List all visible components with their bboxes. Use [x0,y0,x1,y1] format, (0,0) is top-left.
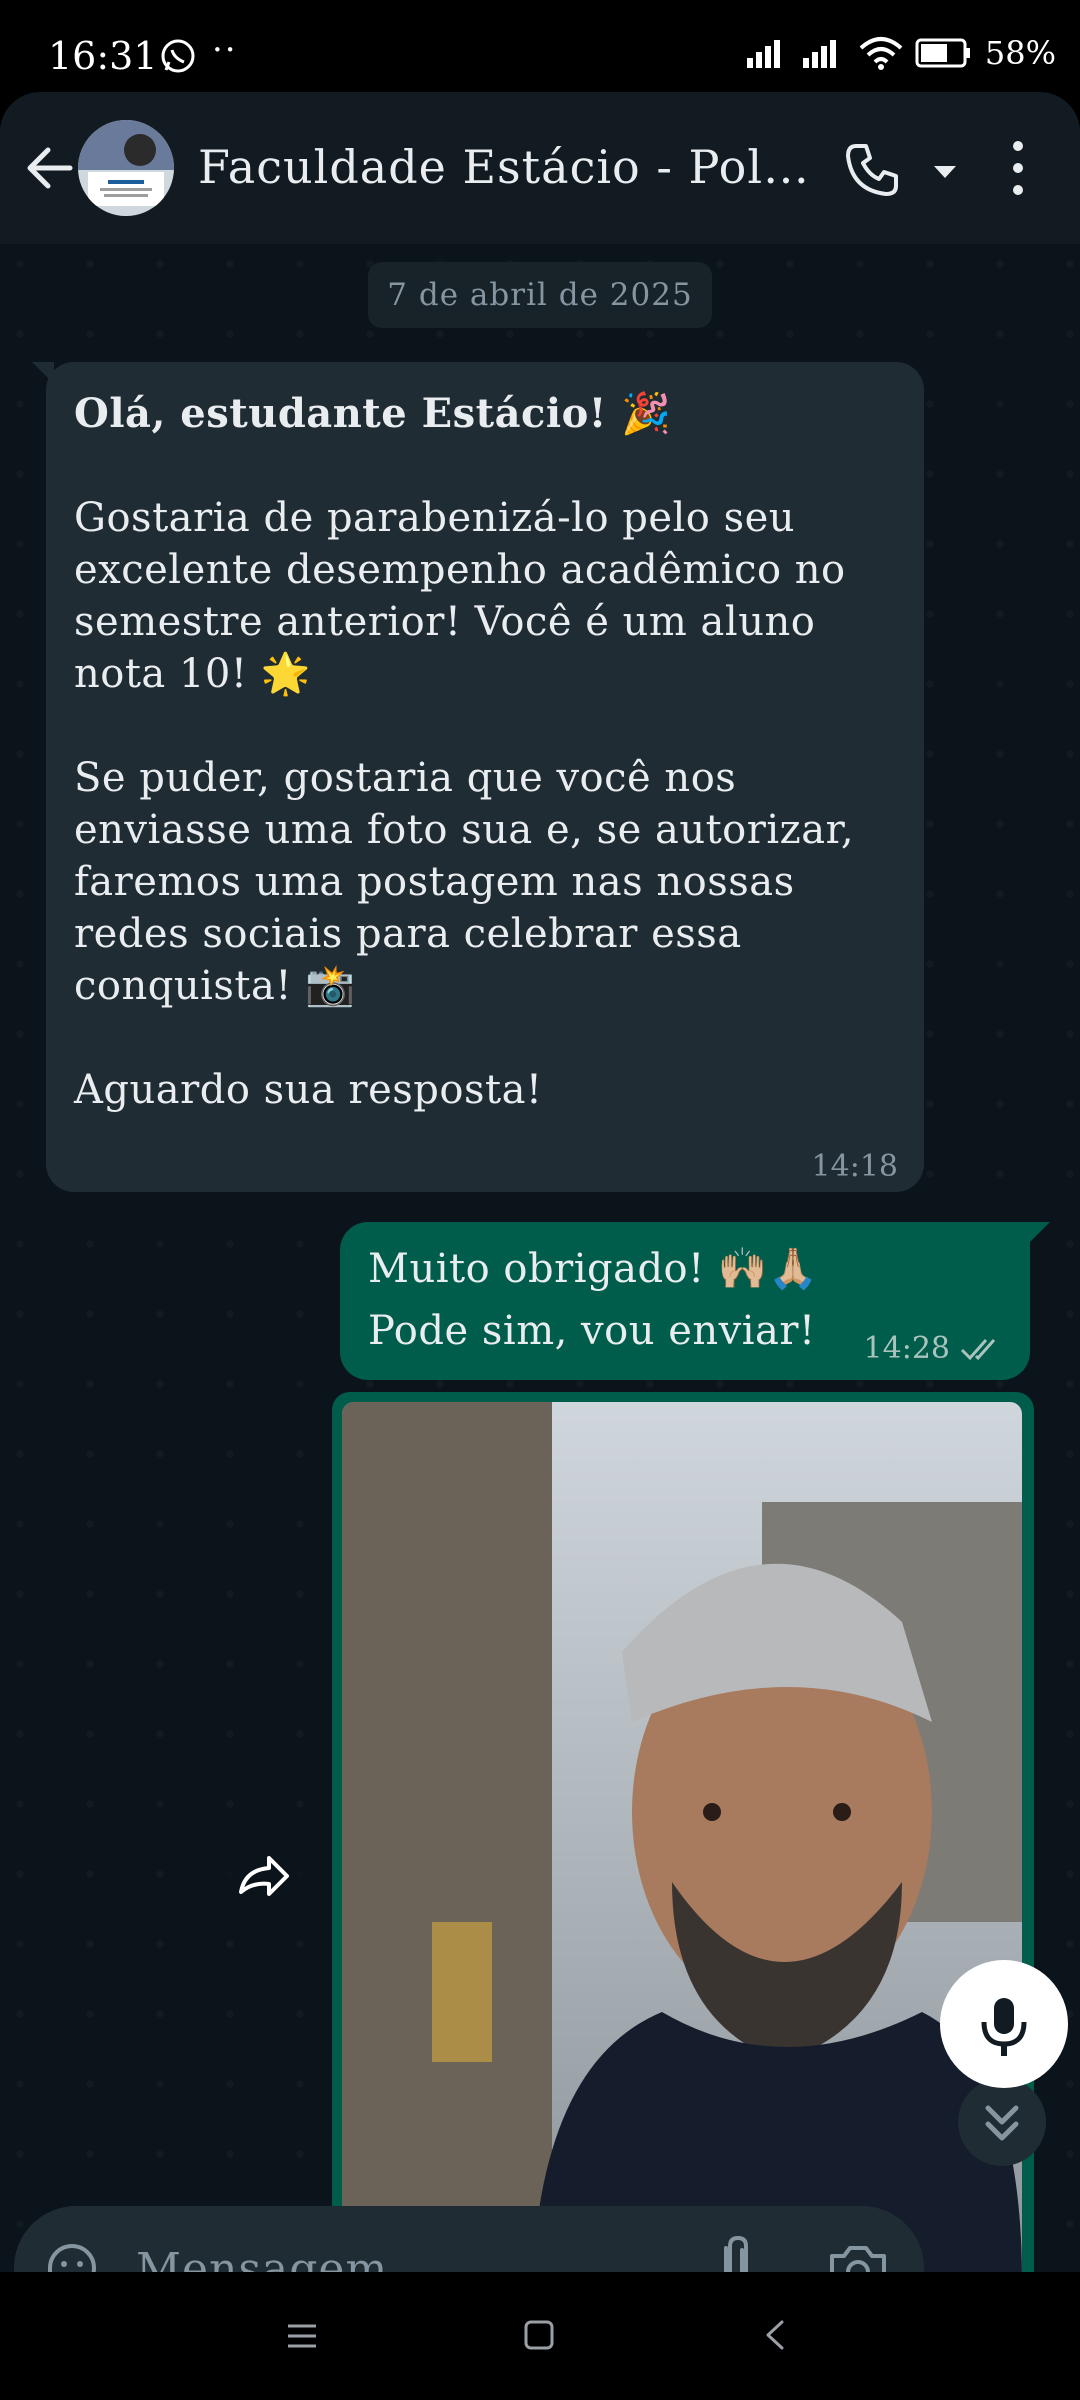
message-status: 14:28 [864,1331,1004,1366]
outgoing-message-text: Muito obrigado! 🙌🏼🙏🏼 Pode sim, vou envia… [368,1238,819,1362]
back-button[interactable] [20,138,80,198]
phone-icon[interactable] [842,140,902,200]
avatar[interactable] [78,120,174,216]
message-paragraph-2: Se puder, gostaria que você nos enviasse… [74,755,855,1009]
more-vert-icon[interactable] [1000,136,1036,200]
chat-title[interactable]: Faculdade Estácio - Polo... [198,140,818,194]
sticker-icon[interactable] [40,2236,104,2272]
status-bar: 16:31 ·· 58% [0,0,1080,92]
system-nav-bar [0,2272,1080,2400]
outgoing-message[interactable]: Muito obrigado! 🙌🏼🙏🏼 Pode sim, vou envia… [340,1222,1050,1380]
recent-apps-button[interactable] [282,2316,322,2356]
battery-percent: 58% [984,34,1056,72]
incoming-message-text: Olá, estudante Estácio! 🎉 Gostaria de pa… [74,388,904,1116]
chat-screen: Faculdade Estácio - Polo... 7 de abril d… [0,92,1080,2272]
message-paragraph-1: Gostaria de parabenizá-lo pelo seu excel… [74,495,846,697]
signal-icon [746,38,791,68]
outgoing-photo-message[interactable] [332,1392,1034,2272]
message-time: 14:18 [811,1149,898,1184]
chat-header: Faculdade Estácio - Polo... [0,92,1080,244]
photo-image[interactable] [342,1402,1022,2272]
more-notifications-icon: ·· [212,30,238,70]
date-separator: 7 de abril de 2025 [368,262,712,328]
camera-icon[interactable] [826,2236,890,2272]
message-input[interactable] [134,2234,678,2272]
battery-icon [915,38,973,68]
signal-icon-2 [802,38,847,68]
message-paragraph-3: Aguardo sua resposta! [74,1067,543,1113]
message-composer [14,2206,924,2272]
chevron-down-icon[interactable] [930,156,960,186]
forward-icon[interactable] [225,1836,305,1916]
bubble-tail [32,362,54,384]
bubble-tail [1028,1222,1050,1244]
mic-button[interactable] [940,1960,1068,2088]
message-time: 14:28 [863,1331,950,1366]
whatsapp-icon [158,36,198,76]
status-time: 16:31 [48,34,158,78]
reply-line-2: Pode sim, vou enviar! [368,1308,816,1354]
mic-icon [981,1998,1027,2056]
wifi-icon [859,36,903,70]
double-check-icon [960,1336,1004,1362]
double-chevron-down-icon[interactable] [958,2078,1046,2166]
system-back-button[interactable] [756,2314,796,2356]
greeting-text: Olá, estudante Estácio! 🎉 [74,390,672,437]
home-button[interactable] [518,2314,560,2356]
incoming-message[interactable]: Olá, estudante Estácio! 🎉 Gostaria de pa… [32,362,924,1192]
message-list[interactable]: 7 de abril de 2025 Olá, estudante Estáci… [0,244,1080,2272]
reply-line-1: Muito obrigado! 🙌🏼🙏🏼 [368,1246,819,1292]
attach-icon[interactable] [704,2234,768,2272]
